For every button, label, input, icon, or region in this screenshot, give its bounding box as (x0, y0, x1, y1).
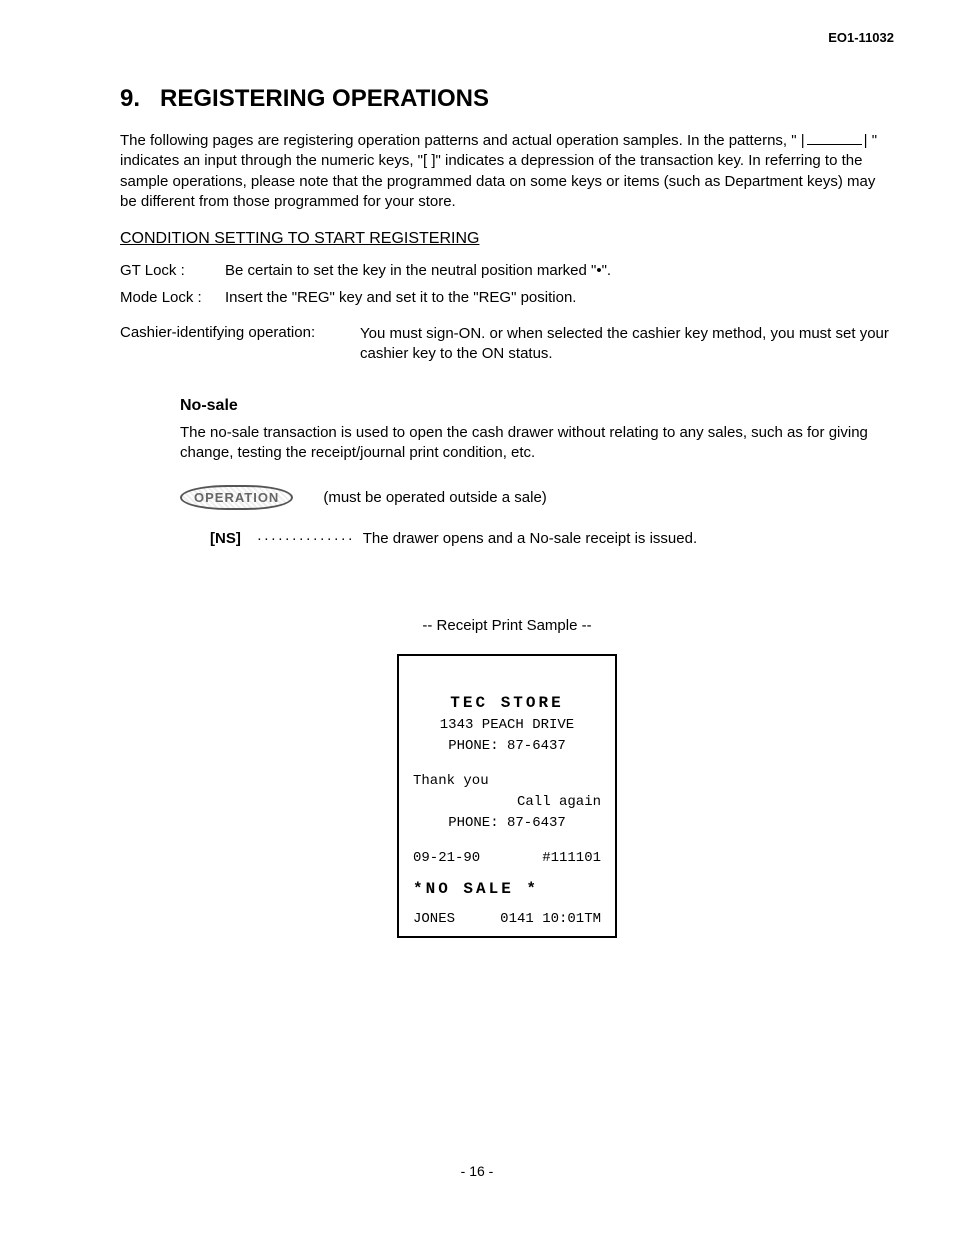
receipt-heading: -- Receipt Print Sample -- (120, 617, 894, 634)
operation-badge: OPERATION (180, 485, 293, 510)
receipt-phone-1: PHONE: 87-6437 (413, 736, 601, 757)
page-number: - 16 - (0, 1163, 954, 1179)
section-heading: REGISTERING OPERATIONS (160, 85, 489, 112)
nosale-text: The no-sale transaction is used to open … (180, 423, 894, 464)
intro-paragraph: The following pages are registering oper… (120, 131, 894, 212)
receipt-time: 10:01TM (542, 911, 601, 927)
cashier-text: You must sign-ON. or when selected the c… (360, 324, 894, 365)
operation-row: OPERATION (must be operated outside a sa… (180, 485, 894, 510)
cashier-row: Cashier-identifying operation: You must … (120, 324, 894, 365)
ns-row: [NS] ·············· The drawer opens and… (210, 530, 894, 547)
receipt-trans: #111101 (542, 848, 601, 869)
nosale-title: No-sale (180, 397, 894, 415)
gt-lock-label: GT Lock : (120, 262, 225, 279)
intro-text-before: The following pages are registering oper… (120, 132, 805, 149)
receipt-date-row: 09-21-90 #111101 (413, 848, 601, 869)
receipt-phone-2: PHONE: 87-6437 (413, 813, 601, 834)
mode-lock-row: Mode Lock : Insert the "REG" key and set… (120, 289, 894, 306)
gt-lock-text: Be certain to set the key in the neutral… (225, 262, 611, 279)
document-id: EO1-11032 (828, 30, 894, 45)
cashier-label: Cashier-identifying operation: (120, 324, 360, 365)
receipt-address: 1343 PEACH DRIVE (413, 715, 601, 736)
page-body: 9. REGISTERING OPERATIONS The following … (0, 0, 954, 958)
receipt-store: TEC STORE (413, 691, 601, 715)
mode-lock-text: Insert the "REG" key and set it to the "… (225, 289, 576, 306)
section-title: 9. REGISTERING OPERATIONS (120, 85, 894, 113)
mode-lock-label: Mode Lock : (120, 289, 225, 306)
nosale-subsection: No-sale The no-sale transaction is used … (180, 397, 894, 548)
dots-leader: ·············· (257, 530, 355, 547)
operation-note: (must be operated outside a sale) (323, 489, 546, 506)
ns-text: The drawer opens and a No-sale receipt i… (363, 530, 697, 547)
receipt-thank-you: Thank you (413, 771, 601, 792)
numeric-input-blank (807, 144, 862, 145)
condition-heading: CONDITION SETTING TO START REGISTERING (120, 230, 894, 248)
receipt-cashier: JONES (413, 909, 455, 930)
gt-lock-row: GT Lock : Be certain to set the key in t… (120, 262, 894, 279)
receipt-date: 09-21-90 (413, 848, 480, 869)
section-number: 9. (120, 85, 140, 112)
ns-key: [NS] (210, 530, 241, 547)
receipt-sample: TEC STORE 1343 PEACH DRIVE PHONE: 87-643… (397, 654, 617, 938)
receipt-seq: 0141 (500, 911, 534, 927)
receipt-nosale: *NO SALE * (413, 877, 601, 901)
receipt-cashier-row: JONES 0141 10:01TM (413, 909, 601, 930)
receipt-call-again: Call again (413, 792, 601, 813)
